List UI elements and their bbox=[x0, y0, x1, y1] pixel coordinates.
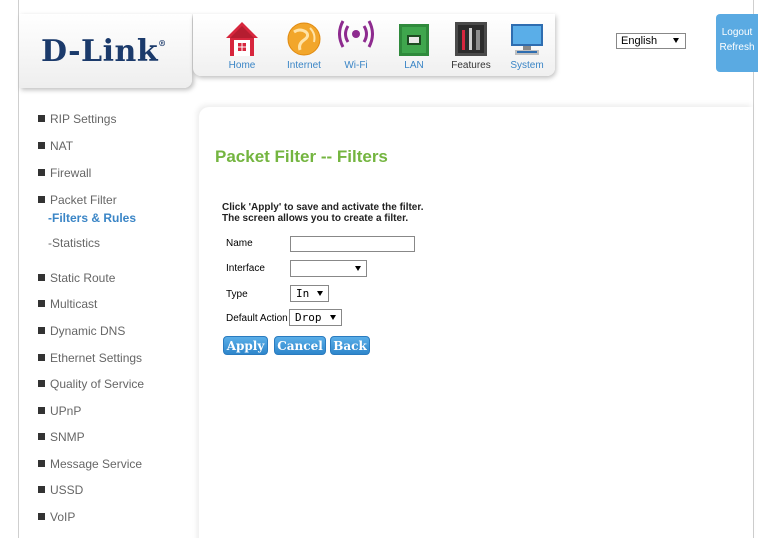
chevron-down-icon bbox=[355, 266, 361, 271]
nav-features-label: Features bbox=[451, 60, 491, 71]
nav-home[interactable]: Home bbox=[217, 14, 267, 76]
apply-button[interactable]: Apply bbox=[223, 336, 268, 355]
nav-internet[interactable]: Internet bbox=[279, 14, 329, 76]
bullet-icon bbox=[38, 300, 45, 307]
sidebar-item-multicast[interactable]: Multicast bbox=[38, 297, 97, 311]
globe-icon bbox=[287, 22, 321, 56]
sidebar-item-firewall[interactable]: Firewall bbox=[38, 166, 91, 180]
bullet-icon bbox=[38, 380, 45, 387]
bullet-icon bbox=[38, 486, 45, 493]
sidebar-item-ussd[interactable]: USSD bbox=[38, 483, 83, 497]
logo-panel: D-Link® bbox=[19, 14, 192, 88]
sidebar-item-nat[interactable]: NAT bbox=[38, 139, 73, 153]
chevron-down-icon bbox=[330, 315, 336, 320]
sidebar-item-message-service[interactable]: Message Service bbox=[38, 457, 142, 471]
nav-lan-label: LAN bbox=[404, 60, 424, 71]
home-icon bbox=[226, 22, 258, 56]
sidebar-subitem-filters-rules[interactable]: -Filters & Rules bbox=[48, 211, 136, 225]
sidebar-item-voip[interactable]: VoIP bbox=[38, 510, 75, 524]
default-action-label: Default Action bbox=[226, 313, 288, 324]
wifi-icon bbox=[338, 20, 374, 48]
sidebar-item-packet-filter[interactable]: Packet Filter bbox=[38, 193, 117, 207]
back-button[interactable]: Back bbox=[330, 336, 370, 355]
lan-icon bbox=[399, 24, 429, 56]
sidebar-item-upnp[interactable]: UPnP bbox=[38, 404, 81, 418]
language-value: English bbox=[621, 35, 658, 47]
nav-wifi[interactable]: Wi-Fi bbox=[331, 14, 381, 76]
account-panel: Logout Refresh bbox=[716, 14, 758, 72]
features-icon bbox=[455, 22, 487, 56]
bullet-icon bbox=[38, 354, 45, 361]
interface-label: Interface bbox=[226, 263, 265, 274]
bullet-icon bbox=[38, 460, 45, 467]
frame-right-border bbox=[753, 0, 754, 538]
intro-text-line2: The screen allows you to create a filter… bbox=[222, 213, 409, 224]
name-input[interactable] bbox=[290, 236, 415, 252]
nav-wifi-label: Wi-Fi bbox=[344, 60, 368, 71]
bullet-icon bbox=[38, 407, 45, 414]
chevron-down-icon bbox=[317, 291, 323, 296]
interface-select[interactable] bbox=[290, 260, 367, 277]
language-select[interactable]: English bbox=[616, 33, 686, 49]
top-nav: Home Internet Wi-Fi LAN Features System bbox=[193, 14, 555, 76]
nav-features[interactable]: Features bbox=[446, 14, 496, 76]
nav-lan[interactable]: LAN bbox=[389, 14, 439, 76]
cancel-button[interactable]: Cancel bbox=[274, 336, 326, 355]
bullet-icon bbox=[38, 115, 45, 122]
default-action-select[interactable]: Drop bbox=[289, 309, 342, 326]
nav-internet-label: Internet bbox=[287, 60, 321, 71]
bullet-icon bbox=[38, 433, 45, 440]
chevron-down-icon bbox=[673, 38, 679, 43]
sidebar-item-ethernet-settings[interactable]: Ethernet Settings bbox=[38, 351, 142, 365]
sidebar-item-rip-settings[interactable]: RIP Settings bbox=[38, 112, 116, 126]
bullet-icon bbox=[38, 142, 45, 149]
name-label: Name bbox=[226, 238, 253, 249]
nav-system[interactable]: System bbox=[502, 14, 552, 76]
sidebar-subitem-statistics[interactable]: -Statistics bbox=[48, 236, 100, 250]
dlink-logo: D-Link® bbox=[41, 34, 167, 69]
type-select[interactable]: In bbox=[290, 285, 329, 302]
sidebar-item-snmp[interactable]: SNMP bbox=[38, 430, 85, 444]
sidebar-item-dynamic-dns[interactable]: Dynamic DNS bbox=[38, 324, 125, 338]
sidebar-item-static-route[interactable]: Static Route bbox=[38, 271, 115, 285]
intro-text-line1: Click 'Apply' to save and activate the f… bbox=[222, 202, 424, 213]
bullet-icon bbox=[38, 274, 45, 281]
type-label: Type bbox=[226, 289, 248, 300]
bullet-icon bbox=[38, 169, 45, 176]
page-title: Packet Filter -- Filters bbox=[215, 147, 388, 166]
bullet-icon bbox=[38, 196, 45, 203]
nav-home-label: Home bbox=[228, 60, 256, 71]
bullet-icon bbox=[38, 327, 45, 334]
bullet-icon bbox=[38, 513, 45, 520]
refresh-link[interactable]: Refresh bbox=[716, 42, 758, 53]
sidebar-item-quality-of-service[interactable]: Quality of Service bbox=[38, 377, 144, 391]
monitor-icon bbox=[511, 24, 543, 55]
logout-link[interactable]: Logout bbox=[716, 27, 758, 38]
nav-system-label: System bbox=[510, 60, 544, 71]
